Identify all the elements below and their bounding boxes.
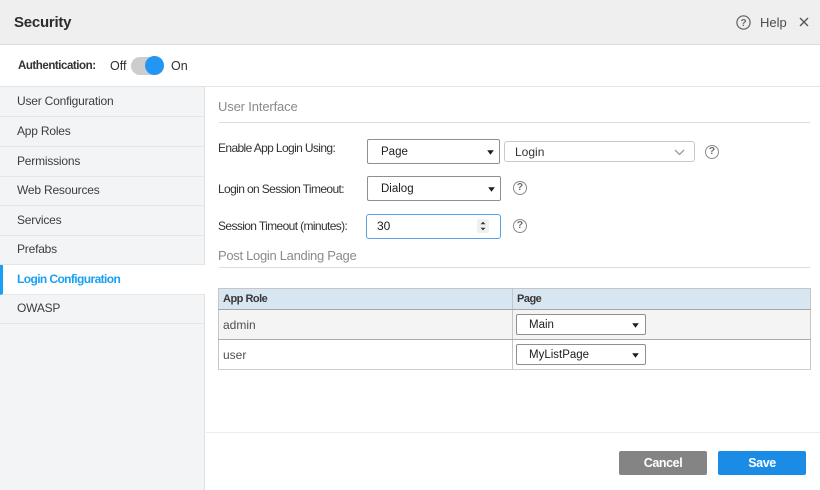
svg-text:?: ? [740,18,746,29]
